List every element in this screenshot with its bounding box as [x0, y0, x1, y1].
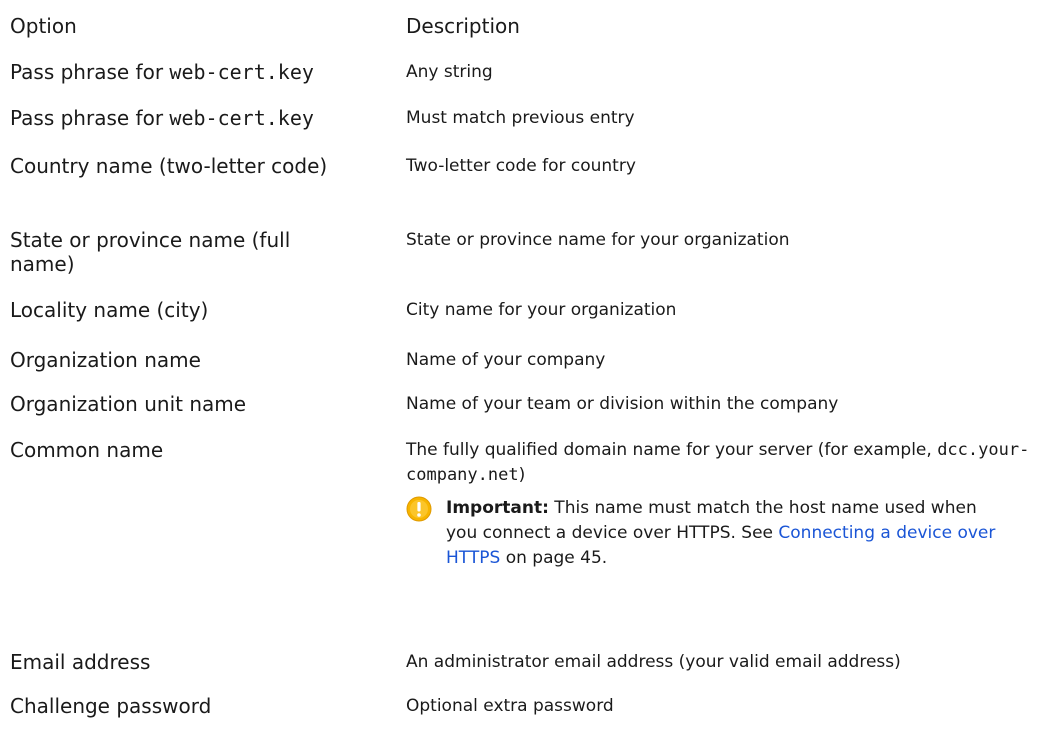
option-cell: Organization unit name	[10, 392, 247, 416]
description-cell: Name of your team or division within the…	[406, 394, 839, 414]
table-header: Option Description	[10, 0, 1030, 56]
option-text: Pass phrase for	[10, 60, 170, 84]
option-cell: Pass phrase for web-cert.key	[10, 60, 406, 84]
table-row: State or province name (full name) State…	[10, 224, 1030, 296]
table-row: Challenge password Optional extra passwo…	[10, 692, 1030, 740]
header-description: Description	[406, 14, 520, 38]
description-cell: An administrator email address (your val…	[406, 652, 901, 672]
option-code: web-cert.key	[169, 106, 314, 130]
description-cell: Two-letter code for country	[406, 156, 636, 176]
description-text-end: )	[518, 465, 526, 485]
table-row: Organization unit name Name of your team…	[10, 388, 1030, 434]
description-cell: The fully qualified domain name for your…	[406, 438, 1030, 571]
note-label: Important:	[446, 498, 549, 518]
option-cell: Pass phrase for web-cert.key	[10, 106, 406, 130]
note-text: Important: This name must match the host…	[446, 496, 1006, 571]
option-code: web-cert.key	[169, 60, 314, 84]
warning-icon	[406, 496, 432, 522]
description-cell: City name for your organization	[406, 300, 677, 320]
note-body-end: on page 45.	[500, 548, 608, 568]
description-cell: Optional extra password	[406, 696, 614, 716]
option-text: Pass phrase for	[10, 106, 170, 130]
option-cell: State or province name (full name)	[10, 228, 291, 276]
table-row: Organization name Name of your company	[10, 344, 1030, 388]
table-row: Locality name (city) City name for your …	[10, 296, 1030, 344]
options-table: Option Description Pass phrase for web-c…	[10, 0, 1030, 740]
description-cell: Any string	[406, 62, 493, 82]
description-cell: Name of your company	[406, 350, 606, 370]
important-note: Important: This name must match the host…	[406, 496, 1030, 571]
option-cell: Locality name (city)	[10, 298, 209, 322]
table-row: Pass phrase for web-cert.key Any string	[10, 56, 1030, 98]
description-cell: Must match previous entry	[406, 108, 635, 128]
description-text: The fully qualified domain name for your…	[406, 438, 1030, 488]
description-cell: State or province name for your organiza…	[406, 230, 790, 250]
description-text-start: The fully qualified domain name for your…	[406, 440, 938, 460]
table-row: Common name The fully qualified domain n…	[10, 434, 1030, 646]
table-row: Email address An administrator email add…	[10, 646, 1030, 692]
option-cell: Common name	[10, 438, 164, 462]
table-row: Pass phrase for web-cert.key Must match …	[10, 98, 1030, 152]
option-cell: Organization name	[10, 348, 201, 372]
option-cell: Country name (two-letter code)	[10, 154, 328, 178]
table-row: Country name (two-letter code) Two-lette…	[10, 152, 1030, 224]
option-cell: Challenge password	[10, 694, 212, 718]
header-option: Option	[10, 14, 77, 38]
option-cell: Email address	[10, 650, 151, 674]
